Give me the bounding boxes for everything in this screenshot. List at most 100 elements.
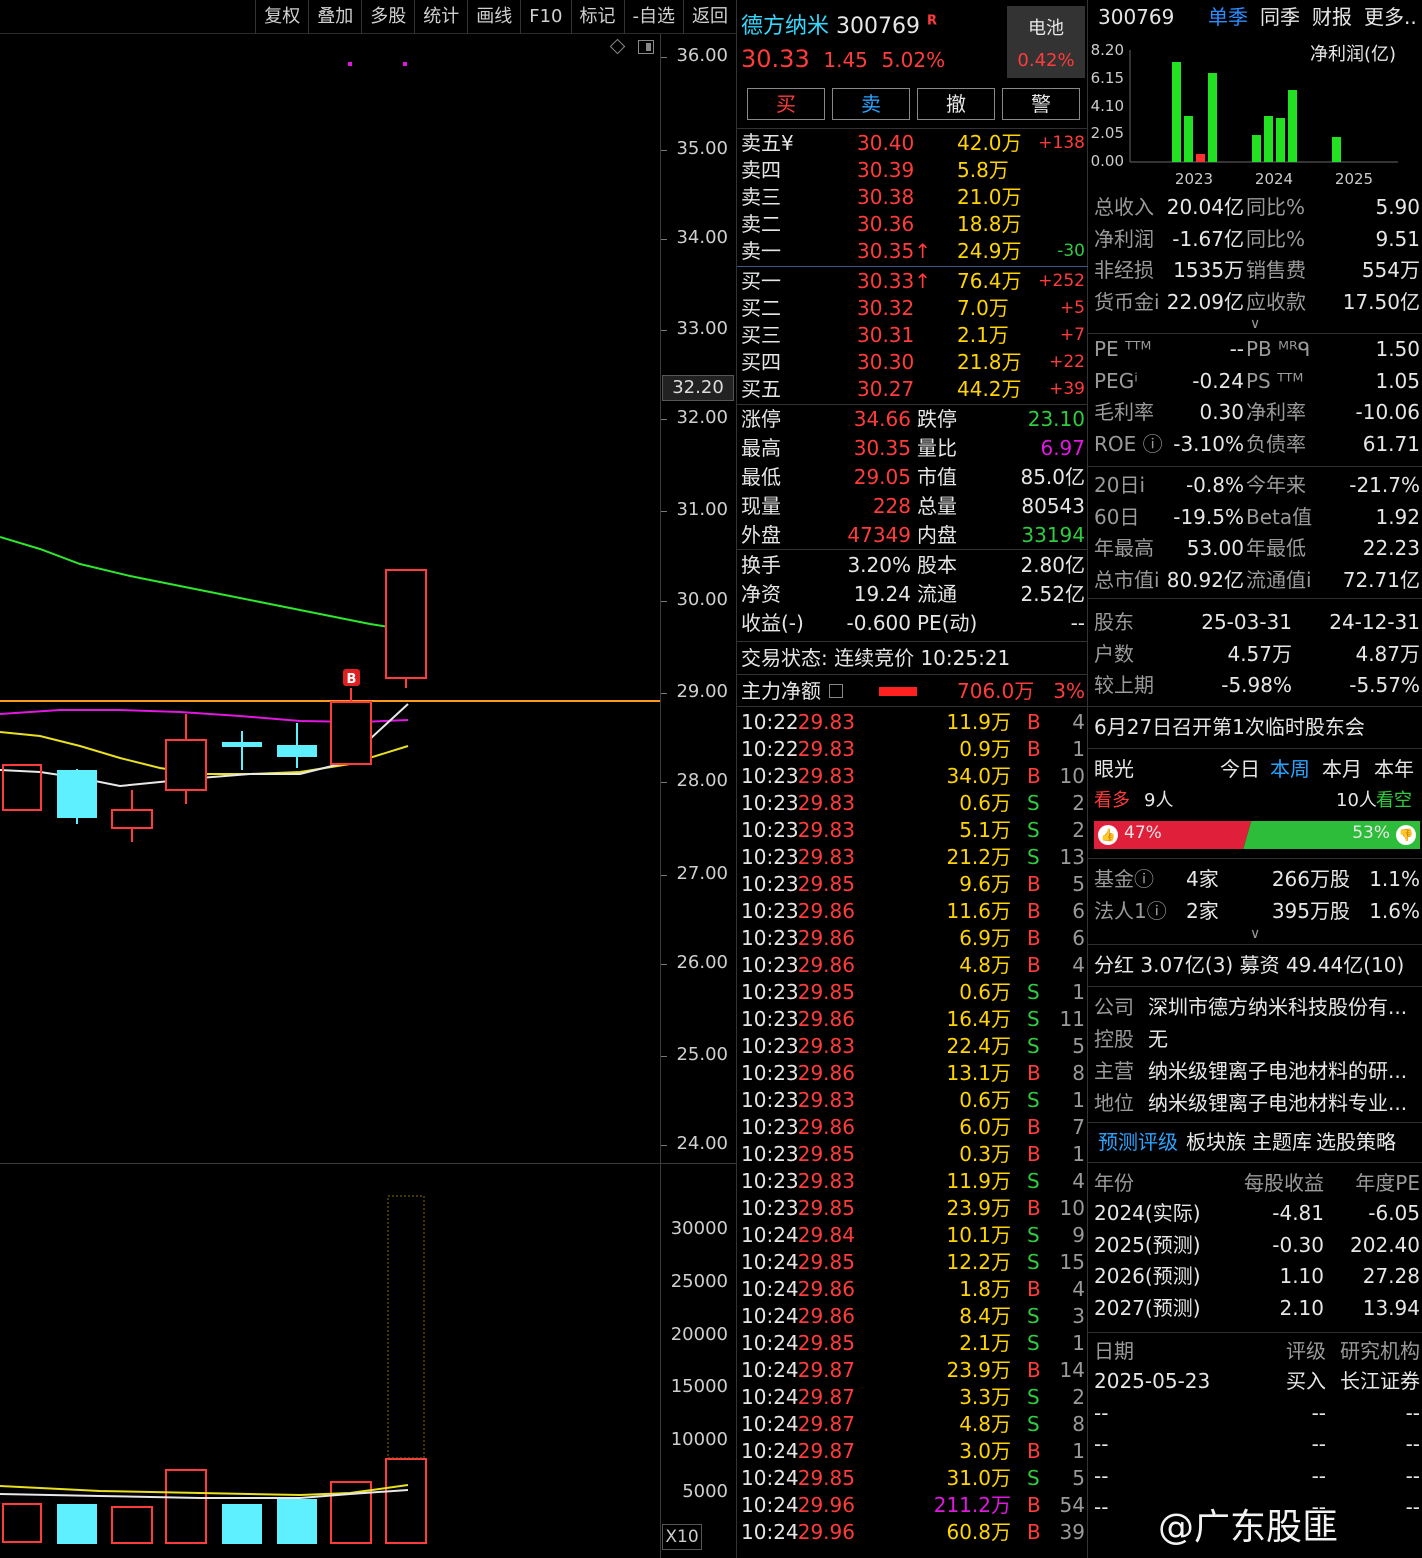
tick-row[interactable]: 10:22 29.83 11.9万 B 4 bbox=[741, 709, 1085, 736]
tick-row[interactable]: 10:23 29.83 0.6万 S 1 bbox=[741, 1087, 1085, 1114]
tick-row[interactable]: 10:23 29.86 6.9万 B 6 bbox=[741, 925, 1085, 952]
order-book-buy-row: 买四 30.30 21.8万 +22 bbox=[741, 349, 1085, 376]
rating-grade: -- bbox=[1311, 1432, 1326, 1456]
tick-row[interactable]: 10:23 29.83 22.4万 S 5 bbox=[741, 1033, 1085, 1060]
stat-label: 收益(-) bbox=[741, 611, 804, 635]
kline-chart-pane[interactable]: 复权 叠加 多股 统计 画线 F10 标记 -自选 返回 36.00 35.00… bbox=[0, 0, 736, 1558]
tick-price: 29.83 bbox=[797, 1169, 855, 1193]
summary-label: 法人1ⓘ bbox=[1094, 899, 1167, 923]
cancel-order-button[interactable]: 撤 bbox=[917, 88, 995, 120]
toolbar-draw-button[interactable]: 画线 bbox=[467, 0, 520, 34]
tick-row[interactable]: 10:23 29.83 34.0万 B 10 bbox=[741, 763, 1085, 790]
rating-row[interactable]: -- -- -- bbox=[1094, 1461, 1420, 1491]
summary-value: -1.67亿 bbox=[1172, 226, 1244, 251]
tick-count: 6 bbox=[1072, 899, 1085, 923]
tab-more[interactable]: 更多.. bbox=[1364, 2, 1417, 32]
tick-row[interactable]: 10:24 29.85 31.0万 S 5 bbox=[741, 1465, 1085, 1492]
rating-row[interactable]: 2025-05-23 买入 长江证券 bbox=[1094, 1366, 1420, 1396]
tick-row[interactable]: 10:23 29.86 6.0万 B 7 bbox=[741, 1114, 1085, 1141]
bull-bar[interactable]: 👍 47% bbox=[1094, 821, 1251, 849]
vision-tab-year[interactable]: 本年 bbox=[1374, 754, 1414, 784]
tick-row[interactable]: 10:24 29.86 1.8万 B 4 bbox=[741, 1276, 1085, 1303]
stat-label: 涨停 bbox=[741, 407, 781, 431]
tick-time: 10:22 bbox=[741, 710, 799, 734]
tick-row[interactable]: 10:24 29.87 23.9万 B 14 bbox=[741, 1357, 1085, 1384]
position-row[interactable]: 地位 纳米级锂离子电池材料专业... bbox=[1094, 1088, 1420, 1118]
tick-row[interactable]: 10:23 29.86 11.6万 B 6 bbox=[741, 898, 1085, 925]
tick-row[interactable]: 10:24 29.87 3.0万 B 1 bbox=[741, 1438, 1085, 1465]
tab-quarter[interactable]: 单季 bbox=[1208, 2, 1248, 32]
tick-row[interactable]: 10:23 29.83 11.9万 S 4 bbox=[741, 1168, 1085, 1195]
tick-time: 10:23 bbox=[741, 1142, 799, 1166]
tick-row[interactable]: 10:24 29.96 60.8万 B 39 bbox=[741, 1519, 1085, 1546]
toolbar-back-button[interactable]: 返回 bbox=[683, 0, 736, 34]
sell-button[interactable]: 卖 bbox=[832, 88, 910, 120]
tick-row[interactable]: 10:23 29.85 9.6万 B 5 bbox=[741, 871, 1085, 898]
alert-button[interactable]: 警 bbox=[1002, 88, 1080, 120]
toolbar-fuquan-button[interactable]: 复权 bbox=[255, 0, 308, 34]
summary-value: 4家 bbox=[1186, 867, 1219, 891]
expand-chevron-icon[interactable]: ∨ bbox=[1250, 316, 1260, 332]
rating-grade: 买入 bbox=[1286, 1369, 1326, 1393]
rating-row[interactable]: -- -- -- bbox=[1094, 1429, 1420, 1459]
tick-row[interactable]: 10:23 29.83 21.2万 S 13 bbox=[741, 844, 1085, 871]
tick-count: 6 bbox=[1072, 926, 1085, 950]
tab-same-quarter[interactable]: 同季 bbox=[1260, 2, 1300, 32]
toolbar-mark-button[interactable]: 标记 bbox=[570, 0, 624, 34]
tick-row[interactable]: 10:23 29.85 23.9万 B 10 bbox=[741, 1195, 1085, 1222]
order-level-label: 卖四 bbox=[741, 158, 781, 182]
tick-mark bbox=[661, 782, 667, 783]
tick-side: S bbox=[1027, 1412, 1040, 1436]
tick-count: 2 bbox=[1072, 791, 1085, 815]
tick-row[interactable]: 10:24 29.96 211.2万 B 54 bbox=[741, 1492, 1085, 1519]
f10-links: 预测评级 板块族 主题库 选股策略 bbox=[1094, 1127, 1420, 1157]
link-stock-strategy[interactable]: 选股策略 bbox=[1316, 1127, 1396, 1157]
toolbar-stats-button[interactable]: 统计 bbox=[414, 0, 467, 34]
main-flow-row[interactable]: 主力净额 706.0万 3% bbox=[741, 678, 1085, 705]
company-row[interactable]: 公司 深圳市德方纳米科技股份有... bbox=[1094, 992, 1420, 1022]
link-sector-family[interactable]: 板块族 bbox=[1186, 1127, 1246, 1157]
tick-row[interactable]: 10:24 29.85 12.2万 S 15 bbox=[741, 1249, 1085, 1276]
tick-row[interactable]: 10:23 29.85 0.3万 B 1 bbox=[741, 1141, 1085, 1168]
vision-tab-month[interactable]: 本月 bbox=[1322, 754, 1362, 784]
vision-tab-week[interactable]: 本周 bbox=[1270, 754, 1310, 784]
notice-row[interactable]: 6月27日召开第1次临时股东会 bbox=[1094, 712, 1420, 742]
toolbar-overlay-button[interactable]: 叠加 bbox=[308, 0, 361, 34]
link-theme-library[interactable]: 主题库 bbox=[1252, 1127, 1312, 1157]
tick-row[interactable]: 10:24 29.86 8.4万 S 3 bbox=[741, 1303, 1085, 1330]
tab-report[interactable]: 财报 bbox=[1312, 2, 1352, 32]
vision-tab-today[interactable]: 今日 bbox=[1220, 754, 1260, 784]
tick-row[interactable]: 10:22 29.83 0.9万 B 1 bbox=[741, 736, 1085, 763]
link-forecast-rating[interactable]: 预测评级 bbox=[1098, 1127, 1178, 1157]
price-tick: 35.00 bbox=[676, 138, 728, 159]
toolbar-remove-watchlist-button[interactable]: -自选 bbox=[623, 0, 684, 34]
bear-bar[interactable]: 53% 👎 bbox=[1243, 821, 1420, 849]
sector-box[interactable]: 电池 0.42% bbox=[1007, 6, 1085, 78]
tick-row[interactable]: 10:24 29.87 4.8万 S 8 bbox=[741, 1411, 1085, 1438]
stat-label: 换手 bbox=[741, 553, 781, 577]
position-label: 地位 bbox=[1094, 1091, 1134, 1115]
buy-button[interactable]: 买 bbox=[747, 88, 825, 120]
tick-row[interactable]: 10:24 29.87 3.3万 S 2 bbox=[741, 1384, 1085, 1411]
order-volume: 2.1万 bbox=[957, 323, 1009, 347]
toolbar-f10-button[interactable]: F10 bbox=[520, 0, 570, 34]
main-business-row[interactable]: 主营 纳米级锂离子电池材料的研... bbox=[1094, 1056, 1420, 1086]
summary-value: 17.50亿 bbox=[1342, 289, 1420, 314]
rating-row[interactable]: -- -- -- bbox=[1094, 1398, 1420, 1428]
expand-chevron-icon[interactable]: ∨ bbox=[1250, 926, 1260, 942]
tick-row[interactable]: 10:23 29.86 16.4万 S 11 bbox=[741, 1006, 1085, 1033]
summary-row: 总市值ⅰ 80.92亿 流通值ⅰ 72.71亿 bbox=[1094, 565, 1420, 595]
rating-date: -- bbox=[1094, 1400, 1109, 1425]
stat-value: -0.600 bbox=[846, 611, 911, 635]
tick-row[interactable]: 10:23 29.86 13.1万 B 8 bbox=[741, 1060, 1085, 1087]
volume-unit-label: X10 bbox=[662, 1524, 702, 1550]
tick-row[interactable]: 10:24 29.84 10.1万 S 9 bbox=[741, 1222, 1085, 1249]
tick-row[interactable]: 10:23 29.86 4.8万 B 4 bbox=[741, 952, 1085, 979]
tick-row[interactable]: 10:24 29.85 2.1万 S 1 bbox=[741, 1330, 1085, 1357]
forecast-eps: 1.10 bbox=[1279, 1264, 1324, 1288]
order-level-label: 买二 bbox=[741, 296, 781, 320]
tick-row[interactable]: 10:23 29.85 0.6万 S 1 bbox=[741, 979, 1085, 1006]
tick-row[interactable]: 10:23 29.83 5.1万 S 2 bbox=[741, 817, 1085, 844]
toolbar-multi-stock-button[interactable]: 多股 bbox=[361, 0, 414, 34]
tick-row[interactable]: 10:23 29.83 0.6万 S 2 bbox=[741, 790, 1085, 817]
